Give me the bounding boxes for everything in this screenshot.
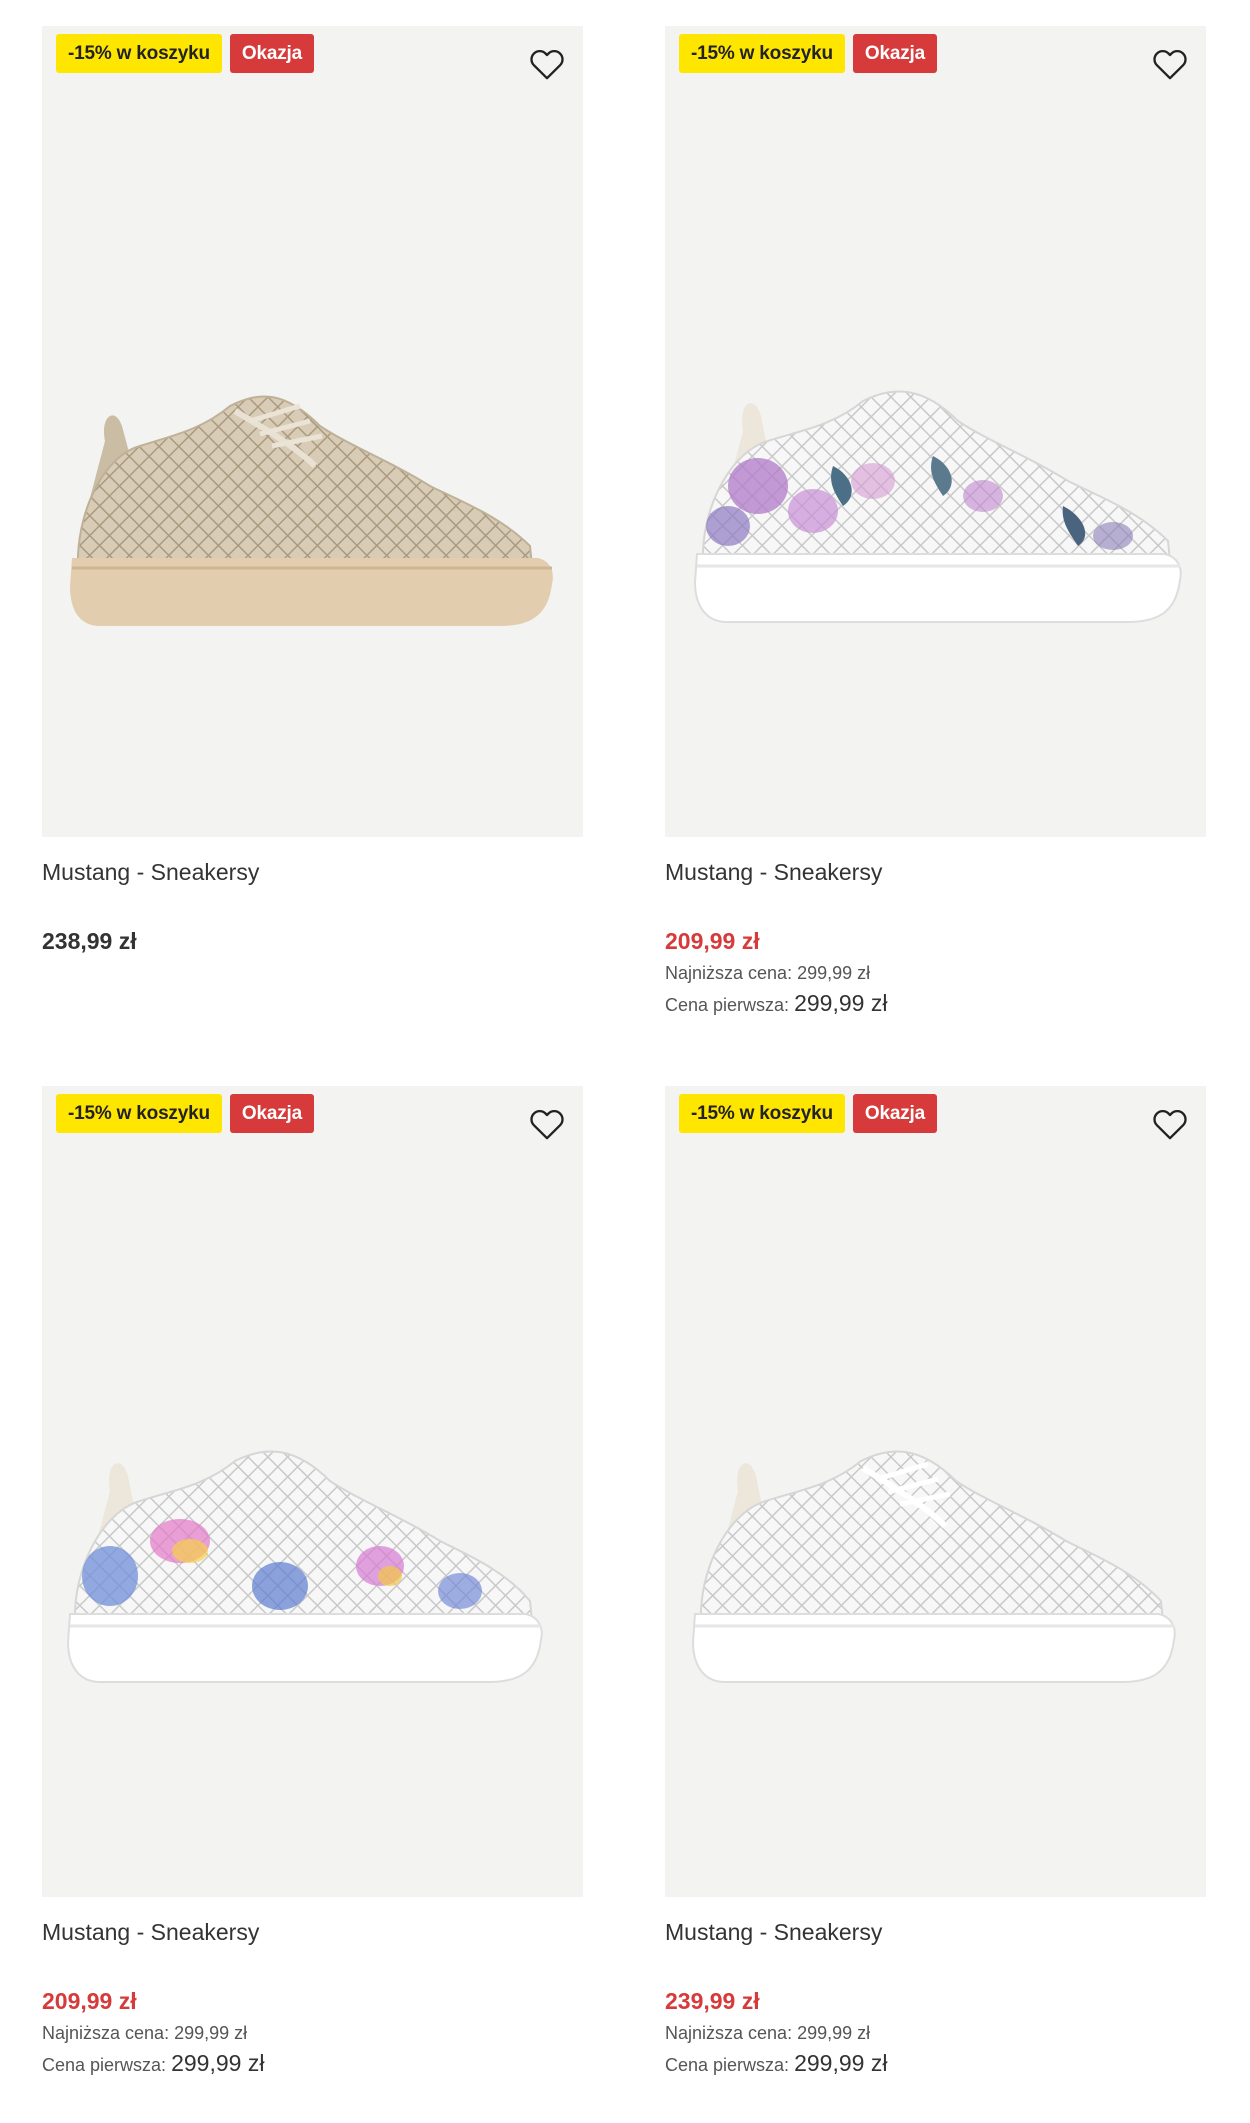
promo-badge: -15% w koszyku [679,34,845,73]
product-card[interactable]: -15% w koszyku Okazja Mustang - Sneakers… [665,26,1206,1020]
product-card[interactable]: -15% w koszyku Okazja Mustang - Sneakers… [42,26,583,956]
promo-badge: -15% w koszyku [679,1094,845,1133]
lowest-price-value: 299,99 zł [797,963,871,983]
promo-badge: -15% w koszyku [56,34,222,73]
heart-outline-icon[interactable] [527,1104,567,1144]
first-price-value: 299,99 zł [794,990,888,1016]
deal-badge: Okazja [852,1094,937,1133]
lowest-price-label: Najniższa cena: [665,963,793,983]
lowest-price: Najniższa cena: 299,99 zł [42,2018,583,2048]
product-price: 209,99 zł [665,928,760,954]
first-price-label: Cena pierwsza: [665,2055,790,2075]
first-price-value: 299,99 zł [171,2050,265,2076]
product-title[interactable]: Mustang - Sneakersy [665,1915,1206,1949]
first-price: Cena pierwsza: 299,99 zł [665,2048,1206,2080]
lowest-price-value: 299,99 zł [797,2023,871,2043]
deal-badge: Okazja [229,34,314,73]
lowest-price-value: 299,99 zł [174,2023,248,2043]
lowest-price-label: Najniższa cena: [665,2023,793,2043]
product-image[interactable]: -15% w koszyku Okazja [665,1086,1206,1897]
price-history: Najniższa cena: 299,99 zł Cena pierwsza:… [42,2018,583,2080]
price-history: Najniższa cena: 299,99 zł Cena pierwsza:… [665,958,1206,1020]
badge-group: -15% w koszyku Okazja [679,34,937,73]
sneaker-beige-image [70,395,553,626]
product-title[interactable]: Mustang - Sneakersy [42,1915,583,1949]
product-image[interactable]: -15% w koszyku Okazja [42,26,583,837]
product-price: 209,99 zł [42,1988,137,2014]
sneaker-rainbow-image [66,1450,543,1683]
promo-badge: -15% w koszyku [56,1094,222,1133]
sneaker-floral-image [693,390,1182,623]
badge-group: -15% w koszyku Okazja [56,1094,314,1133]
first-price-label: Cena pierwsza: [42,2055,167,2075]
product-title[interactable]: Mustang - Sneakersy [42,855,583,889]
product-title[interactable]: Mustang - Sneakersy [665,855,1206,889]
first-price: Cena pierwsza: 299,99 zł [42,2048,583,2080]
lowest-price: Najniższa cena: 299,99 zł [665,2018,1206,2048]
product-image[interactable]: -15% w koszyku Okazja [665,26,1206,837]
heart-outline-icon[interactable] [527,44,567,84]
first-price-value: 299,99 zł [794,2050,888,2076]
product-card[interactable]: -15% w koszyku Okazja Mustang - Sneakers… [42,1086,583,2080]
product-price: 238,99 zł [42,928,137,954]
product-card[interactable]: -15% w koszyku Okazja Mustang - Sneakers… [665,1086,1206,2080]
lowest-price-label: Najniższa cena: [42,2023,170,2043]
product-price: 239,99 zł [665,1988,760,2014]
first-price: Cena pierwsza: 299,99 zł [665,988,1206,1020]
badge-group: -15% w koszyku Okazja [679,1094,937,1133]
price-history: Najniższa cena: 299,99 zł Cena pierwsza:… [665,2018,1206,2080]
deal-badge: Okazja [852,34,937,73]
heart-outline-icon[interactable] [1150,44,1190,84]
product-image[interactable]: -15% w koszyku Okazja [42,1086,583,1897]
badge-group: -15% w koszyku Okazja [56,34,314,73]
lowest-price: Najniższa cena: 299,99 zł [665,958,1206,988]
first-price-label: Cena pierwsza: [665,995,790,1015]
sneaker-white-image [691,1450,1176,1683]
heart-outline-icon[interactable] [1150,1104,1190,1144]
deal-badge: Okazja [229,1094,314,1133]
